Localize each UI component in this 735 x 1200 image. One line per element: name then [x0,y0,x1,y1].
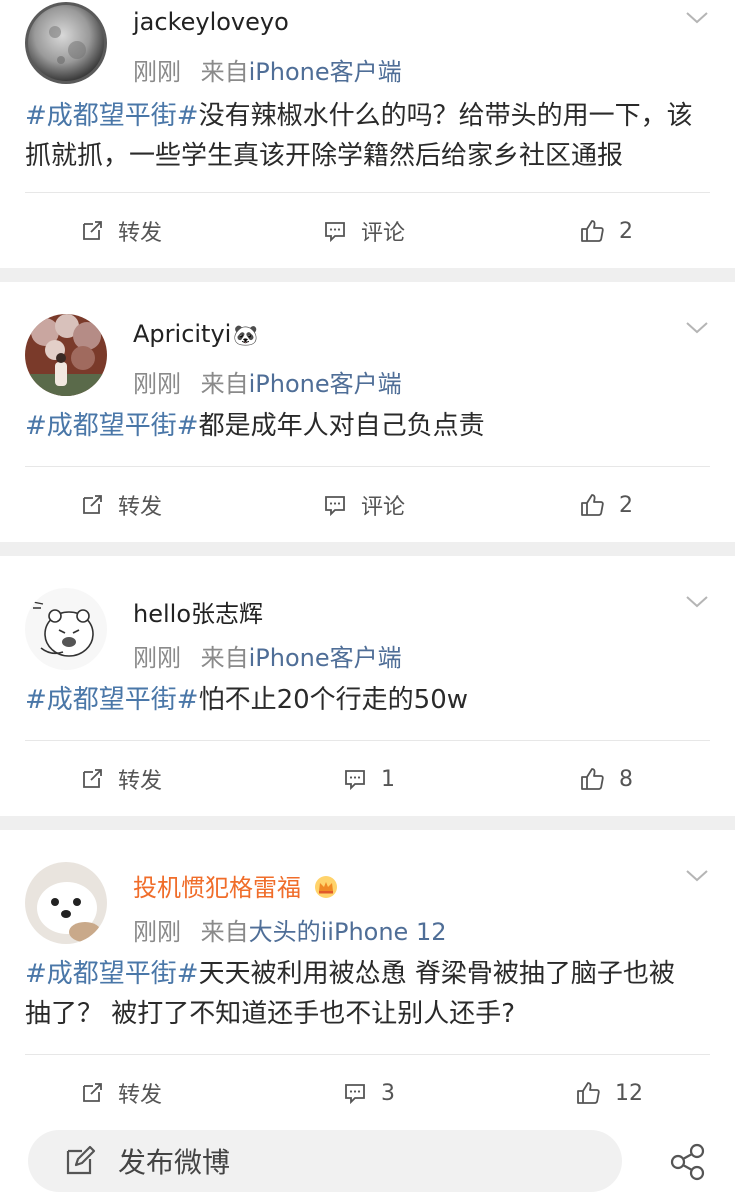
repost-label: 转发 [118,1083,163,1108]
post-source[interactable]: iPhone客户端 [249,370,402,398]
crown-icon [314,876,337,898]
repost-label: 转发 [118,769,163,794]
chevron-down-icon[interactable] [684,8,710,28]
feed-separator [0,816,735,830]
thumbs-up-icon [581,494,604,516]
thumbs-up-icon [581,768,604,790]
action-bar: 转发 评论 2 [25,467,710,543]
like-count: 8 [619,766,633,792]
chevron-down-icon[interactable] [684,592,710,612]
like-button[interactable]: 2 [579,193,633,269]
like-count: 12 [615,1080,643,1106]
comment-label: 评论 [361,221,406,246]
comment-icon [325,222,345,243]
comment-button[interactable]: 3 [343,1055,395,1131]
compose-button[interactable]: 发布微博 [28,1130,622,1192]
repost-button[interactable]: 转发 [80,1055,162,1131]
like-button[interactable]: 12 [575,1055,643,1131]
post-text: #成都望平街#怕不止20个行走的50w [25,666,710,740]
edit-icon [66,1145,96,1175]
avatar[interactable] [25,2,107,84]
post-meta: 刚刚 来自iPhone客户端 [133,638,402,673]
post-meta: 刚刚 来自iPhone客户端 [133,52,402,87]
post-time: 刚刚 [133,918,181,946]
comment-icon [345,1084,365,1105]
comment-icon [345,770,365,791]
topic-link[interactable]: #成都望平街# [25,101,199,131]
comment-label: 评论 [361,495,406,520]
topic-link[interactable]: #成都望平街# [25,411,199,441]
action-bar: 转发 1 8 [25,741,710,817]
username[interactable]: jackeyloveyo [133,8,289,36]
source-prefix: 来自 [200,58,249,86]
repost-label: 转发 [118,221,163,246]
username[interactable]: Apricityi 🐼 [133,320,258,348]
post-card[interactable]: 投机惯犯格雷福 刚刚 来自大头的iiPhone 12 #成都望平街#天天被利用被… [0,830,735,1130]
post-meta: 刚刚 来自大头的iiPhone 12 [133,912,447,947]
post-card[interactable]: hello张志辉 刚刚 来自iPhone客户端 #成都望平街#怕不止20个行走的… [0,556,735,816]
post-card[interactable]: jackeyloveyo 刚刚 来自iPhone客户端 #成都望平街#没有辣椒水… [0,0,735,268]
thumbs-up-icon [581,220,604,242]
post-content: 怕不止20个行走的50w [198,685,469,715]
comment-button[interactable]: 评论 [323,467,405,543]
repost-icon [83,495,102,514]
comment-button[interactable]: 评论 [323,193,405,269]
post-content: 都是成年人对自己负点责 [198,411,485,441]
topic-link[interactable]: #成都望平街# [25,959,199,989]
avatar[interactable] [25,588,107,670]
post-meta: 刚刚 来自iPhone客户端 [133,364,402,399]
source-prefix: 来自 [200,644,249,672]
feed-separator [0,542,735,556]
source-prefix: 来自 [200,370,249,398]
post-source[interactable]: iPhone客户端 [249,58,402,86]
like-button[interactable]: 2 [579,467,633,543]
compose-label: 发布微博 [118,1146,231,1179]
post-time: 刚刚 [133,58,181,86]
repost-button[interactable]: 转发 [80,193,162,269]
username[interactable]: 投机惯犯格雷福 [133,868,339,903]
repost-label: 转发 [118,495,163,520]
chevron-down-icon[interactable] [684,318,710,338]
like-button[interactable]: 8 [579,741,633,817]
post-text: #成都望平街#天天被利用被怂恿 脊梁骨被抽了脑子也被抽了？ 被打了不知道还手也不… [25,940,710,1054]
feed-separator [0,268,735,282]
like-count: 2 [619,492,633,518]
username-text: 投机惯犯格雷福 [133,874,301,902]
source-prefix: 来自 [200,918,249,946]
action-bar: 转发 3 12 [25,1055,710,1131]
comment-icon [325,496,345,517]
topic-link[interactable]: #成都望平街# [25,685,199,715]
avatar[interactable] [25,862,107,944]
post-text: #成都望平街#都是成年人对自己负点责 [25,392,710,466]
like-count: 2 [619,218,633,244]
chevron-down-icon[interactable] [684,866,710,886]
action-bar: 转发 评论 2 [25,193,710,269]
comment-count: 3 [381,1080,395,1106]
username[interactable]: hello张志辉 [133,594,263,629]
post-text: #成都望平街#没有辣椒水什么的吗？给带头的用一下，该抓就抓，一些学生真该开除学籍… [25,96,710,192]
panda-icon: 🐼 [233,323,259,347]
post-source[interactable]: 大头的iiPhone 12 [249,918,447,946]
repost-icon [83,1083,102,1102]
share-icon[interactable] [668,1142,708,1182]
avatar[interactable] [25,314,107,396]
comment-button[interactable]: 1 [343,741,395,817]
post-time: 刚刚 [133,644,181,672]
repost-button[interactable]: 转发 [80,741,162,817]
post-source[interactable]: iPhone客户端 [249,644,402,672]
post-time: 刚刚 [133,370,181,398]
post-card[interactable]: Apricityi 🐼 刚刚 来自iPhone客户端 #成都望平街#都是成年人对自… [0,282,735,542]
repost-icon [83,221,102,240]
username-text: Apricityi [133,320,232,348]
thumbs-up-icon [577,1082,600,1104]
bottom-bar: 发布微博 [0,1122,735,1200]
repost-icon [83,769,102,788]
repost-button[interactable]: 转发 [80,467,162,543]
comment-count: 1 [381,766,395,792]
